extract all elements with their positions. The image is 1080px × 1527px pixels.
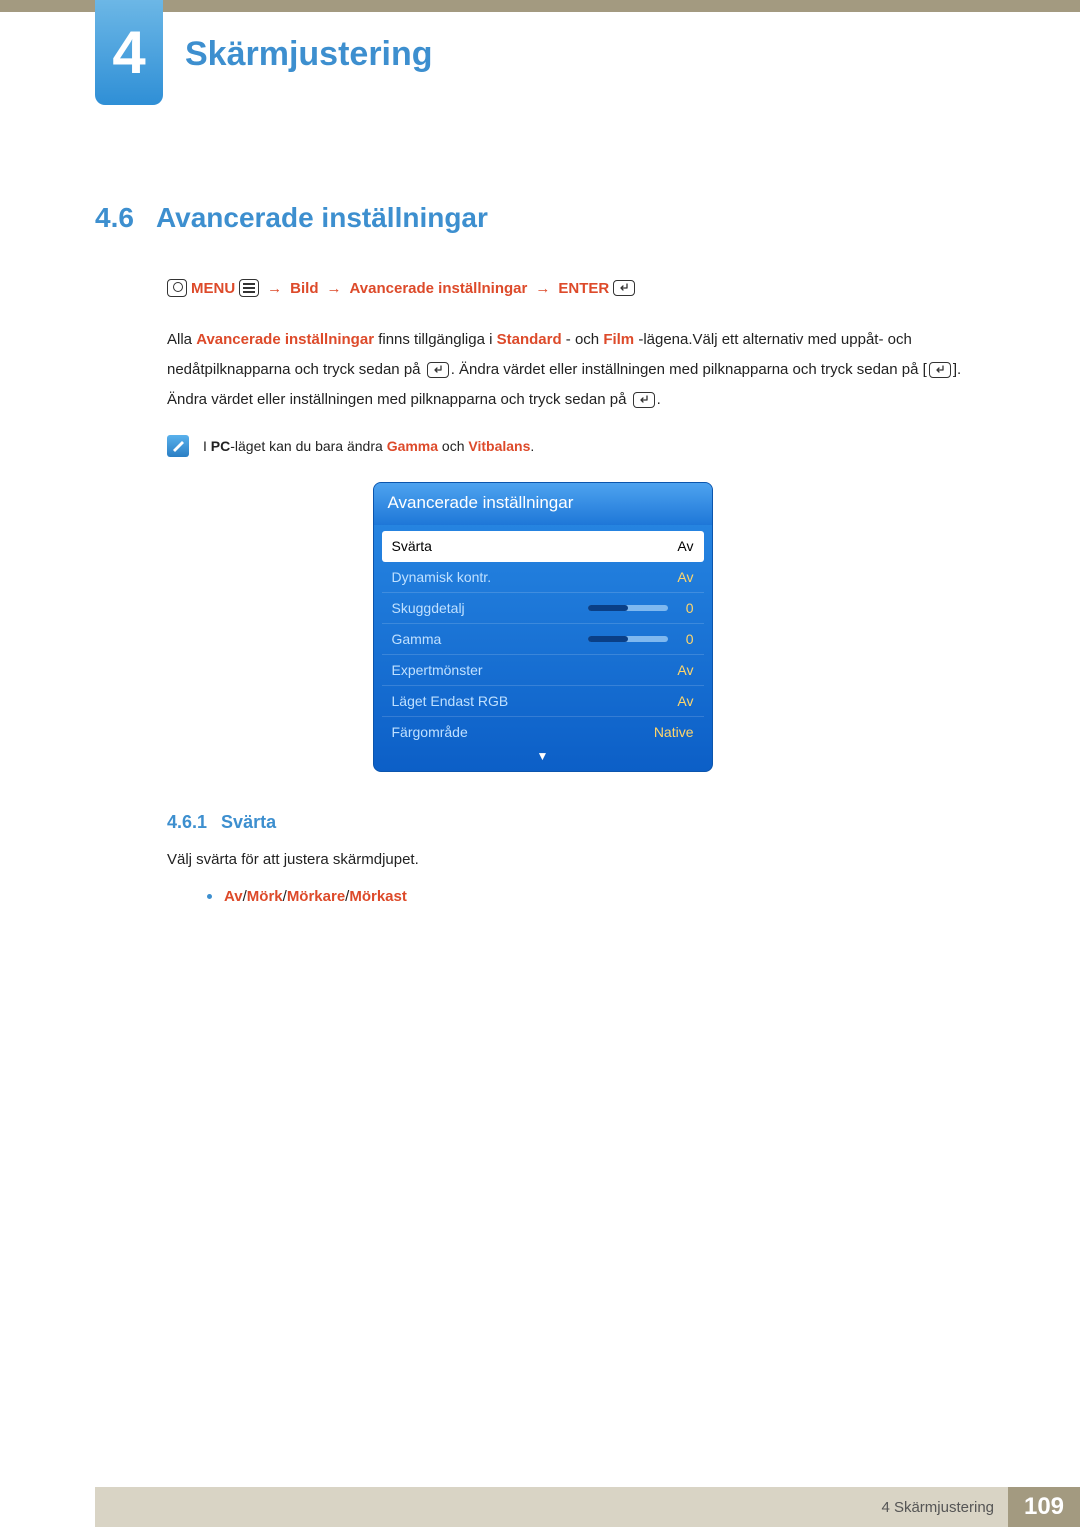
menu-item-label: Svärta xyxy=(392,538,432,554)
text: - och xyxy=(562,331,604,348)
menu-item-label: Expertmönster xyxy=(392,662,483,678)
menu-item-label: Dynamisk kontr. xyxy=(392,569,492,585)
arrow-icon: → xyxy=(535,280,550,297)
section-title: Avancerade inställningar xyxy=(156,202,488,234)
menu-list: SvärtaAvDynamisk kontr.AvSkuggdetalj0Gam… xyxy=(374,525,712,747)
settings-menu-panel: Avancerade inställningar SvärtaAvDynamis… xyxy=(373,482,713,772)
highlight: Avancerade inställningar xyxy=(196,331,374,348)
menu-item-value: Av xyxy=(677,538,693,554)
footer: 4 Skärmjustering 109 xyxy=(0,1487,1080,1527)
option: Mörkare xyxy=(287,888,345,905)
menu-item[interactable]: Skuggdetalj 0 xyxy=(382,593,704,624)
nav-p2: Avancerade inställningar xyxy=(350,280,528,297)
slider-value: 0 xyxy=(676,631,694,647)
enter-icon xyxy=(929,362,951,378)
section-heading: 4.6 Avancerade inställningar xyxy=(95,202,990,234)
text: I xyxy=(203,438,211,454)
text: -läget kan du bara ändra xyxy=(230,438,386,454)
content: 4.6 Avancerade inställningar MENU → Bild… xyxy=(0,12,1080,905)
chapter-title: Skärmjustering xyxy=(185,35,433,74)
menu-item-value: Native xyxy=(654,724,694,740)
arrow-icon: → xyxy=(327,280,342,297)
option-text: Av/Mörk/Mörkare/Mörkast xyxy=(224,888,407,905)
enter-icon xyxy=(633,392,655,408)
menu-item[interactable]: Färgområde Native xyxy=(382,717,704,747)
menu-item[interactable]: Läget Endast RGB Av xyxy=(382,686,704,717)
footer-page-number: 109 xyxy=(1008,1487,1080,1527)
slider[interactable]: 0 xyxy=(588,631,694,647)
arrow-icon: → xyxy=(267,280,282,297)
menu-item[interactable]: Gamma 0 xyxy=(382,624,704,655)
nav-p1: Bild xyxy=(290,280,318,297)
menu-item-value: Av xyxy=(677,662,693,678)
navigation-path: MENU → Bild → Avancerade inställningar →… xyxy=(167,279,990,297)
text: . xyxy=(530,438,534,454)
menu-item-value: Av xyxy=(677,693,693,709)
option: Mörkast xyxy=(349,888,407,905)
paragraph-1: Alla Avancerade inställningar finns till… xyxy=(167,325,990,415)
option-list: Av/Mörk/Mörkare/Mörkast xyxy=(207,888,990,905)
page: 4 Skärmjustering 4.6 Avancerade inställn… xyxy=(0,0,1080,1527)
menu-title: Avancerade inställningar xyxy=(374,483,712,525)
note-text: I PC-läget kan du bara ändra Gamma och V… xyxy=(203,435,534,457)
note: I PC-läget kan du bara ändra Gamma och V… xyxy=(167,435,990,457)
note-icon xyxy=(167,435,189,457)
menu-item-label: Färgområde xyxy=(392,724,468,740)
nav-enter-label: ENTER xyxy=(558,280,609,297)
text: . Ändra värdet eller inställningen med p… xyxy=(451,361,927,378)
highlight: Vitbalans xyxy=(468,438,530,454)
slider-value: 0 xyxy=(676,600,694,616)
nav-menu-label: MENU xyxy=(191,280,235,297)
text: finns tillgängliga i xyxy=(374,331,497,348)
bold: PC xyxy=(211,438,230,454)
bullet-icon xyxy=(207,894,212,899)
subsection-number: 4.6.1 xyxy=(167,812,207,833)
text: . xyxy=(657,391,661,408)
section-number: 4.6 xyxy=(95,202,134,234)
footer-label: 4 Skärmjustering xyxy=(95,1487,1008,1527)
menu-item-label: Gamma xyxy=(392,631,442,647)
highlight: Standard xyxy=(497,331,562,348)
subsection-heading: 4.6.1 Svärta xyxy=(167,812,990,833)
highlight: Gamma xyxy=(387,438,438,454)
menu-item-value: Av xyxy=(677,569,693,585)
chapter-badge: 4 xyxy=(95,0,163,105)
menu-item[interactable]: Expertmönster Av xyxy=(382,655,704,686)
subsection-body: Välj svärta för att justera skärmdjupet. xyxy=(167,851,990,868)
option: Av xyxy=(224,888,243,905)
text: och xyxy=(438,438,468,454)
scroll-down-icon[interactable]: ▼ xyxy=(374,747,712,767)
menu-bars-icon xyxy=(239,279,259,297)
enter-icon xyxy=(427,362,449,378)
menu-item[interactable]: Dynamisk kontr. Av xyxy=(382,562,704,593)
enter-icon xyxy=(613,280,635,296)
remote-icon xyxy=(167,279,187,297)
text: Alla xyxy=(167,331,196,348)
menu-item-label: Läget Endast RGB xyxy=(392,693,509,709)
option: Mörk xyxy=(247,888,283,905)
subsection-title: Svärta xyxy=(221,812,276,833)
slider[interactable]: 0 xyxy=(588,600,694,616)
menu-item[interactable]: Svärta Av xyxy=(382,531,704,562)
menu-item-label: Skuggdetalj xyxy=(392,600,465,616)
highlight: Film xyxy=(603,331,634,348)
